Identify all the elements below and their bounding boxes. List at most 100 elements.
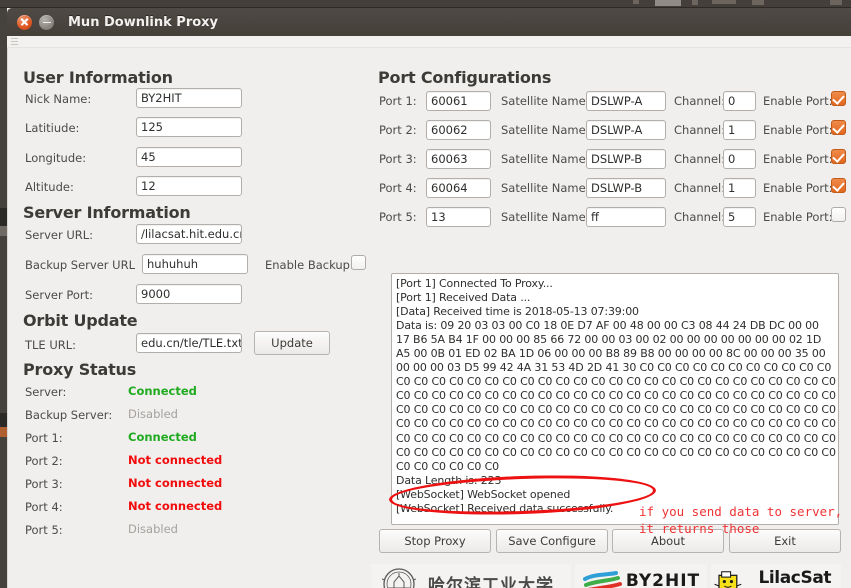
- port-5-enable-checkbox[interactable]: [831, 207, 846, 222]
- lilacsat-logo-text: LilacSat: [758, 568, 832, 588]
- log-line: Data is: 09 20 03 03 00 C0 18 0E D7 AF 0…: [396, 319, 819, 333]
- proxy-status-heading: Proxy Status: [23, 360, 137, 379]
- port-3-sat-input[interactable]: DSLWP-B: [586, 149, 666, 169]
- port-1-enable-checkbox[interactable]: [831, 91, 846, 106]
- window-title: Mun Downlink Proxy: [68, 14, 219, 30]
- tle-url-input[interactable]: edu.cn/tle/TLE.txt: [136, 333, 242, 353]
- title-bar: Mun Downlink Proxy: [7, 8, 851, 36]
- log-line: C0 C0 C0 C0 C0 C0 C0 C0 C0 C0 C0 C0 C0 C…: [396, 445, 836, 459]
- status-value-server: Connected: [128, 384, 197, 398]
- port-3-sat-label: Satellite Name:: [501, 152, 590, 166]
- log-line: C0 C0 C0 C0 C0 C0 C0 C0 C0 C0 C0 C0 C0 C…: [396, 417, 836, 431]
- port-3-enable-checkbox[interactable]: [831, 149, 846, 164]
- port-5-channel-input[interactable]: 5: [723, 207, 756, 227]
- log-line: C0 C0 C0 C0 C0 C0 C0 C0 C0 C0 C0 C0 C0 C…: [396, 403, 836, 417]
- port-1-enable-label: Enable Port:: [763, 94, 833, 108]
- port-2-channel-label: Channel:: [674, 123, 726, 137]
- close-icon[interactable]: [17, 14, 32, 30]
- panel-keyboard-icon[interactable]: [692, 0, 698, 5]
- port-configurations-heading: Port Configurations: [378, 68, 552, 87]
- altitude-input[interactable]: 12: [136, 176, 242, 196]
- status-value-port-1: Connected: [128, 430, 197, 444]
- status-value-port-5: Disabled: [128, 522, 178, 536]
- port-5-enable-label: Enable Port:: [763, 210, 833, 224]
- log-line: [Port 1] Connected To Proxy...: [396, 277, 553, 290]
- stop-proxy-button[interactable]: Stop Proxy: [379, 529, 491, 553]
- port-3-channel-input[interactable]: 0: [723, 149, 756, 169]
- background-window-strip-3: [0, 413, 7, 427]
- port-5-sat-input[interactable]: ff: [586, 207, 666, 227]
- panel-network-icon[interactable]: [830, 0, 842, 5]
- annotation-text: if you send data to server, it returns t…: [639, 504, 843, 536]
- log-line: Data Length is: 223: [396, 473, 502, 487]
- latitude-input[interactable]: 125: [136, 117, 242, 137]
- port-1-input[interactable]: 60061: [426, 91, 491, 111]
- enable-backup-checkbox[interactable]: [351, 255, 366, 270]
- port-5-sat-label: Satellite Name:: [501, 210, 590, 224]
- log-line: [Data] Received time is 2018-05-13 07:39…: [396, 305, 639, 319]
- port-5-label: Port 5:: [379, 210, 417, 224]
- enable-backup-label: Enable Backup:: [265, 258, 354, 272]
- panel-indicator-icon[interactable]: [633, 0, 639, 4]
- menu-strip[interactable]: [7, 36, 851, 48]
- port-2-sat-label: Satellite Name:: [501, 123, 590, 137]
- ubuntu-top-panel[interactable]: [0, 0, 851, 8]
- log-textarea[interactable]: [Port 1] Connected To Proxy... [Port 1] …: [391, 273, 839, 525]
- port-4-enable-label: Enable Port:: [763, 181, 833, 195]
- hit-seal-icon: HIT: [381, 568, 417, 588]
- app-window: Mun Downlink Proxy User Information Nick…: [7, 8, 851, 588]
- window-content: User Information Nick Name: BY2HIT Latit…: [7, 48, 851, 588]
- status-label-port-3: Port 3:: [25, 477, 63, 491]
- server-port-label: Server Port:: [25, 288, 94, 302]
- port-1-sat-input[interactable]: DSLWP-A: [586, 91, 666, 111]
- server-url-input[interactable]: /lilacsat.hit.edu.cn: [136, 224, 242, 244]
- port-3-input[interactable]: 60063: [426, 149, 491, 169]
- port-4-input[interactable]: 60064: [426, 178, 491, 198]
- port-4-channel-input[interactable]: 1: [723, 178, 756, 198]
- port-4-enable-checkbox[interactable]: [831, 178, 846, 193]
- panel-clock-icon[interactable]: [655, 0, 681, 6]
- log-line: [Port 1] Received Data ...: [396, 291, 531, 305]
- log-line: C0 C0 C0 C0 C0 C0 C0 C0 C0 C0 C0 C0 C0 C…: [396, 389, 836, 403]
- port-2-channel-input[interactable]: 1: [723, 120, 756, 140]
- server-port-input[interactable]: 9000: [136, 284, 242, 304]
- background-window-edge: [0, 8, 7, 588]
- log-line: [WebSocket] WebSocket opened: [396, 487, 571, 501]
- by2hit-logo: BY2HIT Since 1995: [575, 564, 707, 588]
- altitude-label: Altitude:: [25, 180, 74, 194]
- status-label-server: Server:: [25, 385, 67, 399]
- background-window-strip-1: [0, 208, 7, 226]
- user-information-heading: User Information: [23, 68, 173, 87]
- nick-name-input[interactable]: BY2HIT: [136, 88, 242, 108]
- backup-server-url-input[interactable]: huhuhuh: [142, 254, 248, 274]
- port-2-enable-checkbox[interactable]: [831, 120, 846, 135]
- panel-battery-icon[interactable]: [712, 0, 736, 4]
- hit-logo-chinese-text: 哈尔滨工业大学: [428, 575, 554, 588]
- log-line: 17 B6 5A B4 1F 00 00 00 85 66 72 00 00 0…: [396, 333, 822, 347]
- minimize-icon[interactable]: [39, 14, 54, 30]
- update-button[interactable]: Update: [254, 331, 330, 355]
- port-5-input[interactable]: 13: [426, 207, 491, 227]
- grip-icon: [11, 38, 18, 45]
- screen: Mun Downlink Proxy User Information Nick…: [0, 0, 851, 588]
- log-line: C0 C0 C0 C0 C0 C0: [396, 459, 500, 473]
- port-2-enable-label: Enable Port:: [763, 123, 833, 137]
- backup-server-url-label: Backup Server URL: [25, 258, 135, 272]
- port-2-sat-input[interactable]: DSLWP-A: [586, 120, 666, 140]
- status-value-port-3: Not connected: [128, 476, 223, 490]
- status-label-port-4: Port 4:: [25, 500, 63, 514]
- status-value-port-2: Not connected: [128, 453, 223, 467]
- port-5-channel-label: Channel:: [674, 210, 726, 224]
- port-2-label: Port 2:: [379, 123, 417, 137]
- background-window-strip-2: [0, 226, 7, 236]
- log-line: A5 00 0B 01 ED 02 BA 1D 06 00 00 00 B8 8…: [396, 347, 826, 361]
- longitude-input[interactable]: 45: [136, 147, 242, 167]
- port-1-sat-label: Satellite Name:: [501, 94, 590, 108]
- port-2-input[interactable]: 60062: [426, 120, 491, 140]
- port-4-sat-input[interactable]: DSLWP-B: [586, 178, 666, 198]
- background-window-strip-4: [0, 427, 7, 437]
- nick-name-label: Nick Name:: [25, 92, 92, 106]
- save-configure-button[interactable]: Save Configure: [496, 529, 608, 553]
- port-1-channel-input[interactable]: 0: [723, 91, 756, 111]
- panel-volume-icon[interactable]: [752, 0, 764, 5]
